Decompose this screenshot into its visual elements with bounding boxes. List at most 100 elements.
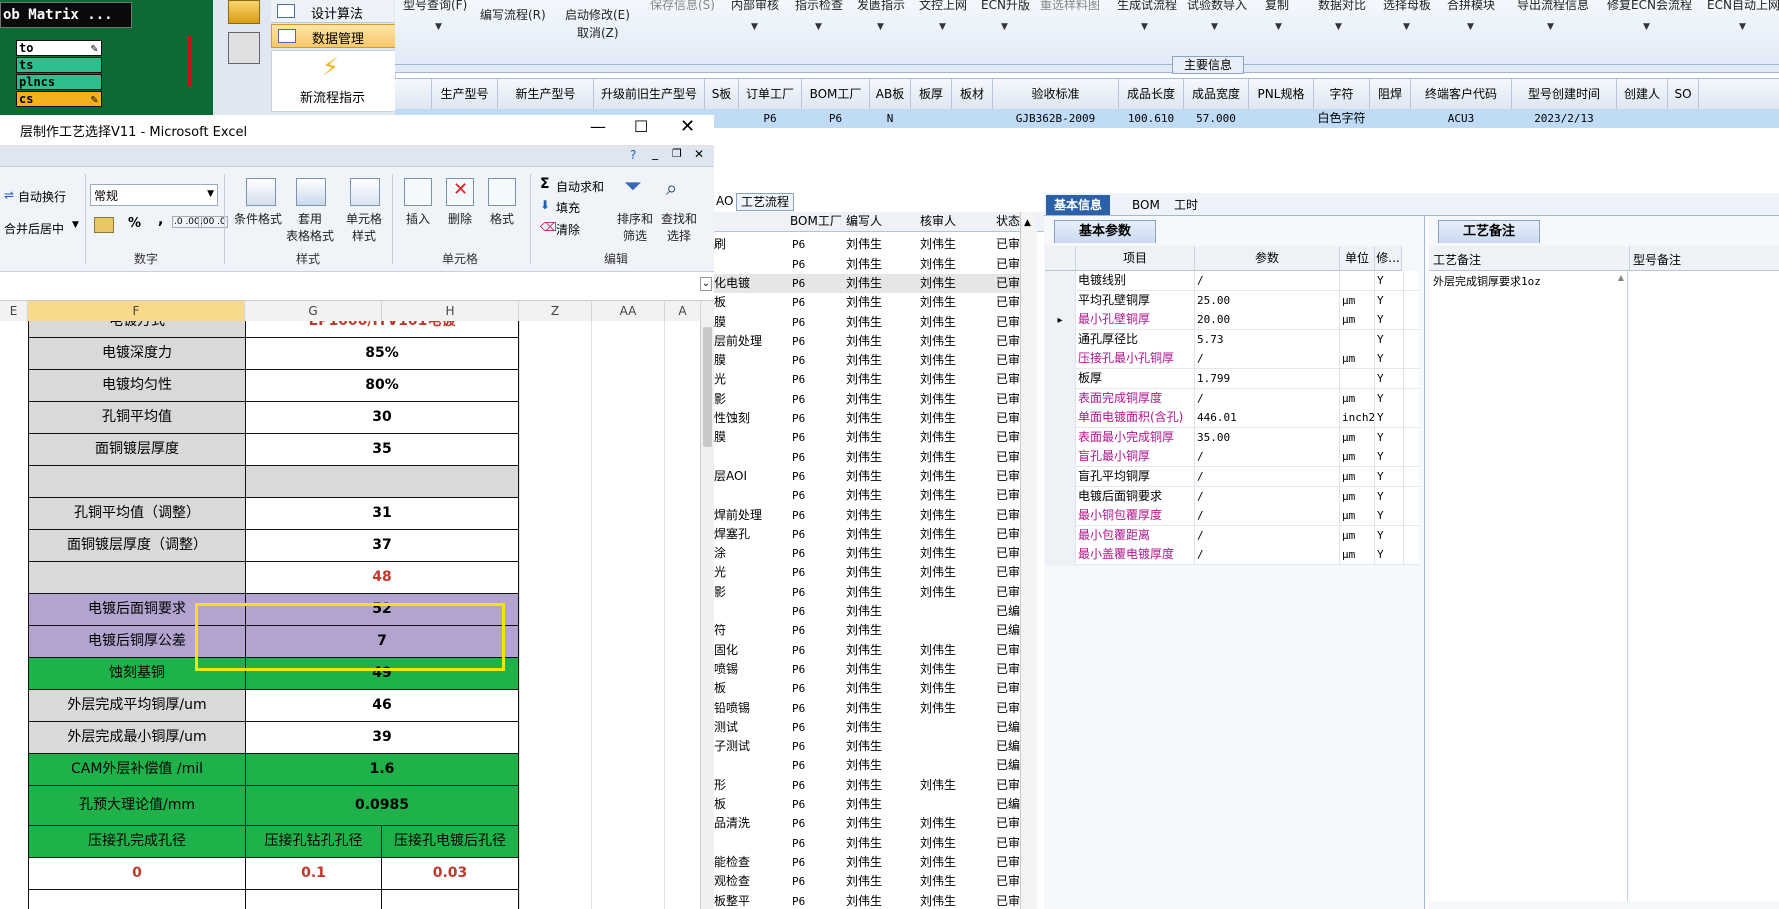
- process-row[interactable]: 板整平 P6 刘伟生 刘伟生 已审核: [714, 892, 1036, 909]
- process-row[interactable]: 铅喷锡 P6 刘伟生 刘伟生 已审核: [714, 699, 1036, 718]
- tab-basic-info[interactable]: 基本信息: [1046, 195, 1111, 215]
- tb-compare[interactable]: 数据对比: [1318, 0, 1366, 13]
- param-value[interactable]: 20.00: [1195, 310, 1340, 330]
- param-unit[interactable]: μm: [1340, 388, 1375, 408]
- dropdown-arrow-icon[interactable]: ▼: [1211, 22, 1218, 32]
- col-header[interactable]: BOM工厂: [802, 79, 870, 109]
- param-row[interactable]: 单面电镀面积(含孔) 446.01 inch2 Y: [1045, 408, 1419, 430]
- param-unit[interactable]: inch2: [1340, 408, 1375, 428]
- delete-button[interactable]: 删除: [440, 210, 480, 227]
- param-flag[interactable]: Y: [1375, 329, 1404, 349]
- process-row[interactable]: 影 P6 刘伟生 刘伟生 已审核: [714, 390, 1036, 409]
- cell-label[interactable]: 电镀方式: [28, 321, 246, 338]
- tb-export[interactable]: 导出流程信息: [1517, 0, 1589, 13]
- insert-button[interactable]: 插入: [398, 210, 438, 227]
- cell-label[interactable]: 孔预大理论值/mm: [28, 785, 246, 826]
- dropdown-arrow-icon[interactable]: ▼: [1335, 22, 1342, 32]
- col-header-unit[interactable]: 单位: [1340, 246, 1375, 271]
- process-row[interactable]: P6 刘伟生 刘伟生 已审核: [714, 834, 1036, 853]
- col-header-aa[interactable]: AA: [592, 301, 665, 321]
- col-header[interactable]: 生产型号: [432, 79, 498, 109]
- close-icon[interactable]: ✕: [680, 116, 695, 137]
- dropdown-arrow-icon[interactable]: ▼: [1403, 22, 1410, 32]
- matrix-item-plncs[interactable]: plncs: [16, 74, 102, 90]
- param-unit[interactable]: μm: [1340, 447, 1375, 467]
- nav-item-data-management[interactable]: 数据管理: [271, 24, 396, 48]
- col-header[interactable]: 板材: [952, 79, 993, 109]
- tb-write-process[interactable]: 编写流程(R): [480, 6, 546, 23]
- restore-icon[interactable]: ❐: [672, 147, 682, 160]
- tb-ecn-auto[interactable]: ECN自动上网: [1707, 0, 1779, 13]
- cell-value[interactable]: 37: [245, 529, 519, 562]
- matrix-item-ts[interactable]: ts: [16, 57, 102, 73]
- scroll-up-icon[interactable]: ▲: [1618, 273, 1624, 282]
- cell-split-value[interactable]: 0.1: [245, 857, 382, 890]
- number-format-select[interactable]: 常规 ▼: [90, 184, 218, 206]
- param-row[interactable]: 表面最小完成铜厚 35.00 μm Y: [1045, 427, 1419, 449]
- col-header[interactable]: 创建人: [1617, 79, 1668, 109]
- param-value[interactable]: 35.00: [1195, 427, 1340, 447]
- cell-styles-button[interactable]: 单元格 样式: [334, 210, 394, 244]
- param-unit[interactable]: μm: [1340, 525, 1375, 545]
- cell-value[interactable]: EP1000/ITV101电镀: [245, 321, 519, 338]
- cell-label[interactable]: 孔铜平均值: [28, 401, 246, 434]
- col-header[interactable]: 型号创建时间: [1512, 79, 1617, 109]
- dropdown-arrow-icon[interactable]: ▼: [1547, 22, 1554, 32]
- param-flag[interactable]: Y: [1375, 525, 1404, 545]
- cell-label[interactable]: CAM外层补偿值 /mil: [28, 753, 246, 786]
- dropdown-arrow-icon[interactable]: ▼: [1275, 22, 1282, 32]
- process-row[interactable]: 板 P6 刘伟生 已编写: [714, 795, 1036, 814]
- param-value[interactable]: /: [1195, 525, 1340, 545]
- cell-label[interactable]: 外层完成最小铜厚/um: [28, 721, 246, 754]
- dropdown-arrow-icon[interactable]: ▼: [435, 22, 442, 32]
- cell-value[interactable]: 80%: [245, 369, 519, 402]
- col-header[interactable]: S板: [705, 79, 739, 109]
- cell-value[interactable]: 31: [245, 497, 519, 530]
- param-value[interactable]: /: [1195, 447, 1340, 467]
- col-header-auditor[interactable]: 核审人: [920, 212, 956, 231]
- process-row[interactable]: 膜 P6 刘伟生 刘伟生 已审核: [714, 313, 1036, 332]
- param-value[interactable]: 446.01: [1195, 408, 1340, 428]
- tb-cancel[interactable]: 取消(Z): [577, 24, 619, 41]
- process-row[interactable]: P6 刘伟生 刘伟生 已审核: [714, 255, 1036, 274]
- col-header-param[interactable]: 参数: [1195, 246, 1340, 271]
- dropdown-arrow-icon[interactable]: ▼: [1643, 22, 1650, 32]
- param-unit[interactable]: [1340, 329, 1375, 349]
- cell-split-value[interactable]: 0.03: [381, 857, 519, 890]
- param-row[interactable]: 平均孔壁铜厚 25.00 μm Y: [1045, 290, 1419, 312]
- tb-check[interactable]: 指示检查: [795, 0, 843, 13]
- col-header-z[interactable]: Z: [519, 301, 592, 321]
- cell-split-value[interactable]: 0: [28, 857, 246, 890]
- col-header[interactable]: 新生产型号: [498, 79, 594, 109]
- param-flag[interactable]: Y: [1375, 349, 1404, 369]
- process-row[interactable]: 固化 P6 刘伟生 刘伟生 已审核: [714, 641, 1036, 660]
- param-unit[interactable]: [1340, 369, 1375, 388]
- process-row[interactable]: 焊塞孔 P6 刘伟生 刘伟生 已审核: [714, 525, 1036, 544]
- param-flag[interactable]: Y: [1375, 290, 1404, 310]
- param-unit[interactable]: μm: [1340, 467, 1375, 486]
- col-header[interactable]: 板厚: [911, 79, 952, 109]
- col-header[interactable]: 阻焊: [1370, 79, 1411, 109]
- cell-value[interactable]: 46: [245, 689, 519, 722]
- process-row[interactable]: P6 刘伟生 刘伟生 已审核: [714, 486, 1036, 505]
- col-header[interactable]: PNL规格: [1249, 79, 1314, 109]
- find-select-button[interactable]: 查找和 选择: [656, 210, 702, 244]
- param-flag[interactable]: Y: [1375, 486, 1404, 506]
- cell-value[interactable]: 1.6: [245, 753, 519, 786]
- param-flag[interactable]: Y: [1375, 388, 1404, 408]
- col-header-bom[interactable]: BOM工厂: [790, 212, 842, 231]
- dropdown-arrow-icon[interactable]: ▼: [1001, 22, 1008, 32]
- col-header-h[interactable]: H: [382, 301, 519, 321]
- conditional-format-button[interactable]: 条件格式: [228, 210, 288, 227]
- process-scrollbar[interactable]: ▲: [1020, 212, 1037, 909]
- process-row[interactable]: 板 P6 刘伟生 刘伟生 已审核: [714, 293, 1036, 312]
- param-value[interactable]: /: [1195, 388, 1340, 408]
- process-row[interactable]: 焊前处理 P6 刘伟生 刘伟生 已审核: [714, 506, 1036, 525]
- process-row[interactable]: P6 刘伟生 已编写: [714, 602, 1036, 621]
- col-header-next[interactable]: A: [665, 301, 701, 321]
- process-row[interactable]: P6 刘伟生 已编写: [714, 756, 1036, 775]
- tb-save-info[interactable]: 保存信息(S): [650, 0, 715, 13]
- param-value[interactable]: /: [1195, 467, 1340, 486]
- merge-center-button[interactable]: 合并后居中: [4, 220, 64, 237]
- cell-label[interactable]: 电镀均匀性: [28, 369, 246, 402]
